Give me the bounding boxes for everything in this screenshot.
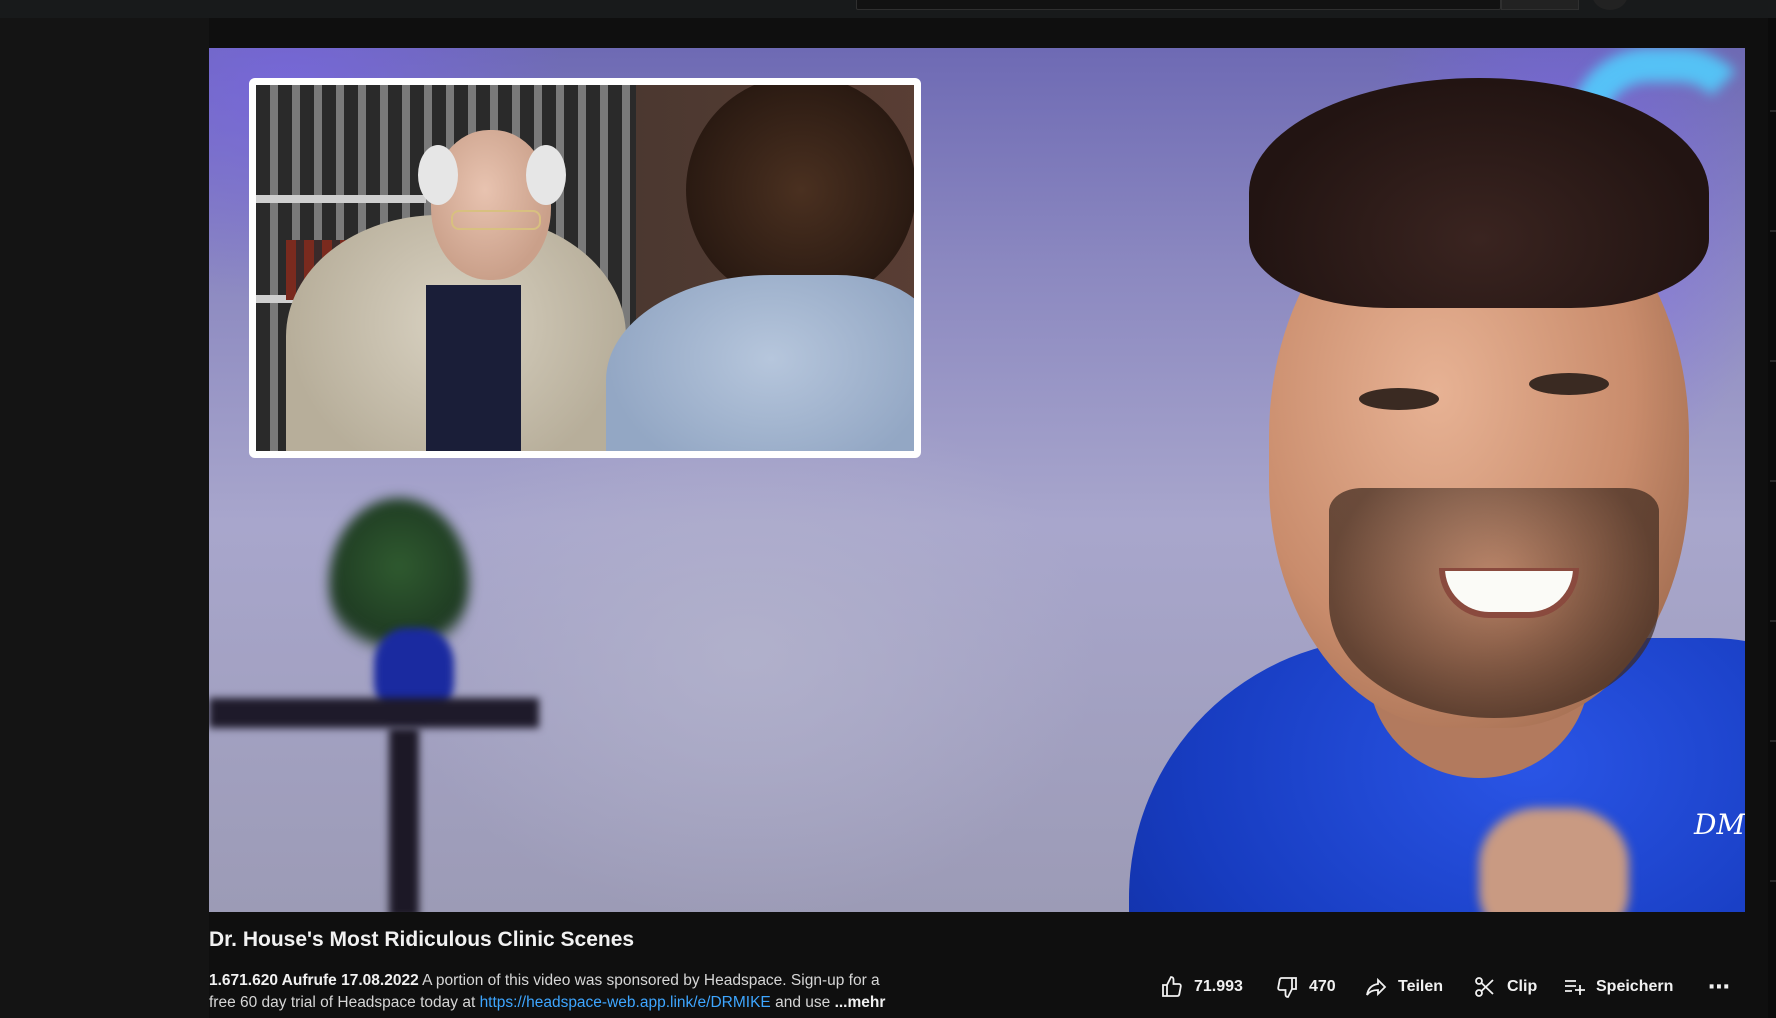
inset-old-man-hair [418,145,458,205]
video-title: Dr. House's Most Ridiculous Clinic Scene… [209,928,635,951]
dislike-count: 470 [1309,978,1336,995]
edge-tick [1770,110,1776,112]
channel-watermark: DM [1694,808,1745,841]
edge-tick [1770,480,1776,482]
action-bar: 71.993 470 Teilen Clip Speichern ⋯ [0,972,1776,1002]
right-edge-strip [1768,18,1776,1018]
left-sidebar [0,18,209,1018]
search-button[interactable] [1501,0,1579,10]
host-hand [1479,808,1629,912]
video-player[interactable]: DM [209,48,1745,912]
dislike-button[interactable]: 470 [1275,972,1336,1002]
clip-label: Clip [1507,978,1538,995]
more-actions-button[interactable]: ⋯ [1708,972,1731,1002]
share-label: Teilen [1398,978,1444,995]
more-dots-icon: ⋯ [1708,974,1731,999]
like-button[interactable]: 71.993 [1160,972,1243,1002]
scissors-icon [1475,977,1494,997]
inset-back-man-head [686,85,914,305]
share-arrow-icon [1366,977,1387,997]
save-button[interactable]: Speichern [1562,972,1673,1002]
search-input[interactable] [856,0,1501,10]
edge-tick [1770,620,1776,622]
like-count: 71.993 [1194,978,1243,995]
inset-glasses [451,210,541,230]
inset-clip [249,78,921,458]
youtube-watch-page: DM Dr. House's Most Ridiculous Clinic Sc… [0,0,1776,1018]
edge-tick [1770,740,1776,742]
playlist-add-icon [1565,980,1585,995]
shelf [209,698,539,728]
host-hair [1249,78,1709,308]
host-eye [1359,388,1439,410]
shelf-leg [389,728,419,912]
thumbs-down-icon [1277,977,1297,998]
inset-old-man-hair [526,145,566,205]
host-eye [1529,373,1609,395]
clip-button[interactable]: Clip [1473,972,1537,1002]
edge-tick [1770,360,1776,362]
edge-tick [1770,230,1776,232]
avatar[interactable] [1592,0,1628,10]
masthead [0,0,1776,18]
share-button[interactable]: Teilen [1364,972,1443,1002]
thumbs-up-icon [1162,976,1182,997]
inset-old-man-shirt [426,285,521,451]
edge-tick [1770,880,1776,882]
save-label: Speichern [1596,978,1674,995]
